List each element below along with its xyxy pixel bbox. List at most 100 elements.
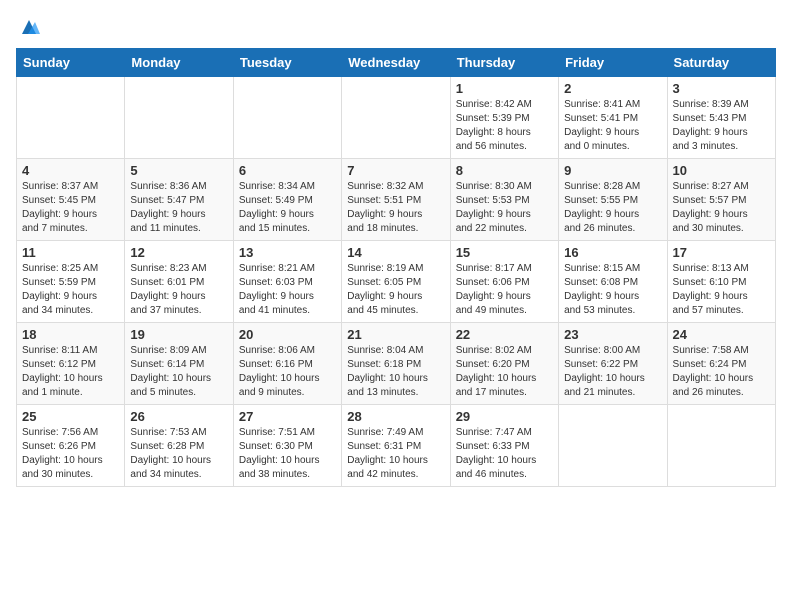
day-number: 24 [673, 327, 770, 342]
day-info: Sunrise: 8:39 AM Sunset: 5:43 PM Dayligh… [673, 98, 770, 154]
day-info: Sunrise: 8:04 AM Sunset: 6:18 PM Dayligh… [347, 344, 444, 400]
week-row-1: 4Sunrise: 8:37 AM Sunset: 5:45 PM Daylig… [17, 159, 776, 241]
day-number: 21 [347, 327, 444, 342]
day-number: 15 [456, 245, 553, 260]
day-cell: 24 Sunrise: 7:58 AM Sunset: 6:24 PM Dayli… [667, 323, 775, 405]
day-number: 22 [456, 327, 553, 342]
day-number: 2 [564, 81, 661, 96]
day-info: Sunrise: 8:02 AM Sunset: 6:20 PM Dayligh… [456, 344, 553, 400]
day-cell: 16 Sunrise: 8:15 AM Sunset: 6:08 PM Dayli… [559, 241, 667, 323]
day-cell: 13 Sunrise: 8:21 AM Sunset: 6:03 PM Dayli… [233, 241, 341, 323]
day-cell [17, 77, 125, 159]
calendar-table: SundayMondayTuesdayWednesdayThursdayFrid… [16, 48, 776, 487]
day-cell: 10 Sunrise: 8:27 AM Sunset: 5:57 PM Dayli… [667, 159, 775, 241]
day-cell: 19 Sunrise: 8:09 AM Sunset: 6:14 PM Dayli… [125, 323, 233, 405]
col-header-wednesday: Wednesday [342, 49, 450, 77]
logo [16, 16, 40, 38]
day-number: 18 [22, 327, 119, 342]
day-number: 26 [130, 409, 227, 424]
day-info: Sunrise: 8:36 AM Sunset: 5:47 PM Dayligh… [130, 180, 227, 236]
day-info: Sunrise: 8:19 AM Sunset: 6:05 PM Dayligh… [347, 262, 444, 318]
day-number: 16 [564, 245, 661, 260]
day-number: 1 [456, 81, 553, 96]
day-number: 11 [22, 245, 119, 260]
day-cell: 4Sunrise: 8:37 AM Sunset: 5:45 PM Daylig… [17, 159, 125, 241]
day-info: Sunrise: 8:11 AM Sunset: 6:12 PM Dayligh… [22, 344, 119, 400]
day-info: Sunrise: 7:58 AM Sunset: 6:24 PM Dayligh… [673, 344, 770, 400]
day-info: Sunrise: 8:30 AM Sunset: 5:53 PM Dayligh… [456, 180, 553, 236]
week-row-2: 11 Sunrise: 8:25 AM Sunset: 5:59 PM Dayli… [17, 241, 776, 323]
day-cell: 26 Sunrise: 7:53 AM Sunset: 6:28 PM Dayli… [125, 405, 233, 487]
day-number: 9 [564, 163, 661, 178]
day-cell: 9 Sunrise: 8:28 AM Sunset: 5:55 PM Daylig… [559, 159, 667, 241]
day-number: 25 [22, 409, 119, 424]
day-info: Sunrise: 8:32 AM Sunset: 5:51 PM Dayligh… [347, 180, 444, 236]
day-cell: 12 Sunrise: 8:23 AM Sunset: 6:01 PM Dayli… [125, 241, 233, 323]
day-cell: 27Sunrise: 7:51 AM Sunset: 6:30 PM Dayli… [233, 405, 341, 487]
day-number: 8 [456, 163, 553, 178]
day-cell: 3Sunrise: 8:39 AM Sunset: 5:43 PM Daylig… [667, 77, 775, 159]
day-cell: 17 Sunrise: 8:13 AM Sunset: 6:10 PM Dayli… [667, 241, 775, 323]
day-cell [233, 77, 341, 159]
day-number: 27 [239, 409, 336, 424]
day-info: Sunrise: 8:37 AM Sunset: 5:45 PM Dayligh… [22, 180, 119, 236]
day-cell: 11 Sunrise: 8:25 AM Sunset: 5:59 PM Dayli… [17, 241, 125, 323]
day-cell: 2 Sunrise: 8:41 AM Sunset: 5:41 PM Daylig… [559, 77, 667, 159]
logo-icon [18, 16, 40, 38]
day-info: Sunrise: 8:42 AM Sunset: 5:39 PM Dayligh… [456, 98, 553, 154]
day-info: Sunrise: 7:56 AM Sunset: 6:26 PM Dayligh… [22, 426, 119, 482]
col-header-monday: Monday [125, 49, 233, 77]
header [16, 16, 776, 38]
day-cell: 29 Sunrise: 7:47 AM Sunset: 6:33 PM Dayli… [450, 405, 558, 487]
day-info: Sunrise: 8:25 AM Sunset: 5:59 PM Dayligh… [22, 262, 119, 318]
day-cell: 14 Sunrise: 8:19 AM Sunset: 6:05 PM Dayli… [342, 241, 450, 323]
day-info: Sunrise: 8:00 AM Sunset: 6:22 PM Dayligh… [564, 344, 661, 400]
day-info: Sunrise: 8:28 AM Sunset: 5:55 PM Dayligh… [564, 180, 661, 236]
day-number: 19 [130, 327, 227, 342]
day-cell: 5 Sunrise: 8:36 AM Sunset: 5:47 PM Daylig… [125, 159, 233, 241]
day-cell: 25 Sunrise: 7:56 AM Sunset: 6:26 PM Dayli… [17, 405, 125, 487]
day-number: 7 [347, 163, 444, 178]
day-info: Sunrise: 7:53 AM Sunset: 6:28 PM Dayligh… [130, 426, 227, 482]
day-number: 14 [347, 245, 444, 260]
day-info: Sunrise: 8:34 AM Sunset: 5:49 PM Dayligh… [239, 180, 336, 236]
day-cell [559, 405, 667, 487]
day-info: Sunrise: 8:15 AM Sunset: 6:08 PM Dayligh… [564, 262, 661, 318]
day-number: 23 [564, 327, 661, 342]
day-number: 12 [130, 245, 227, 260]
day-cell: 8 Sunrise: 8:30 AM Sunset: 5:53 PM Daylig… [450, 159, 558, 241]
col-header-tuesday: Tuesday [233, 49, 341, 77]
week-row-0: 1 Sunrise: 8:42 AM Sunset: 5:39 PM Daylig… [17, 77, 776, 159]
day-info: Sunrise: 8:09 AM Sunset: 6:14 PM Dayligh… [130, 344, 227, 400]
col-header-thursday: Thursday [450, 49, 558, 77]
day-info: Sunrise: 8:23 AM Sunset: 6:01 PM Dayligh… [130, 262, 227, 318]
day-info: Sunrise: 8:06 AM Sunset: 6:16 PM Dayligh… [239, 344, 336, 400]
day-number: 13 [239, 245, 336, 260]
day-number: 5 [130, 163, 227, 178]
col-header-friday: Friday [559, 49, 667, 77]
day-info: Sunrise: 7:49 AM Sunset: 6:31 PM Dayligh… [347, 426, 444, 482]
day-number: 17 [673, 245, 770, 260]
day-number: 6 [239, 163, 336, 178]
day-cell: 23 Sunrise: 8:00 AM Sunset: 6:22 PM Dayli… [559, 323, 667, 405]
day-cell: 15 Sunrise: 8:17 AM Sunset: 6:06 PM Dayli… [450, 241, 558, 323]
day-number: 29 [456, 409, 553, 424]
day-info: Sunrise: 7:47 AM Sunset: 6:33 PM Dayligh… [456, 426, 553, 482]
day-info: Sunrise: 8:41 AM Sunset: 5:41 PM Dayligh… [564, 98, 661, 154]
day-info: Sunrise: 8:13 AM Sunset: 6:10 PM Dayligh… [673, 262, 770, 318]
day-number: 10 [673, 163, 770, 178]
day-cell: 7 Sunrise: 8:32 AM Sunset: 5:51 PM Daylig… [342, 159, 450, 241]
day-cell: 6 Sunrise: 8:34 AM Sunset: 5:49 PM Daylig… [233, 159, 341, 241]
day-cell: 21 Sunrise: 8:04 AM Sunset: 6:18 PM Dayli… [342, 323, 450, 405]
day-info: Sunrise: 8:17 AM Sunset: 6:06 PM Dayligh… [456, 262, 553, 318]
day-cell: 20 Sunrise: 8:06 AM Sunset: 6:16 PM Dayli… [233, 323, 341, 405]
day-info: Sunrise: 8:21 AM Sunset: 6:03 PM Dayligh… [239, 262, 336, 318]
day-cell [125, 77, 233, 159]
day-cell [667, 405, 775, 487]
week-row-4: 25 Sunrise: 7:56 AM Sunset: 6:26 PM Dayli… [17, 405, 776, 487]
day-number: 20 [239, 327, 336, 342]
day-number: 28 [347, 409, 444, 424]
day-info: Sunrise: 8:27 AM Sunset: 5:57 PM Dayligh… [673, 180, 770, 236]
day-cell: 1 Sunrise: 8:42 AM Sunset: 5:39 PM Daylig… [450, 77, 558, 159]
day-cell: 28 Sunrise: 7:49 AM Sunset: 6:31 PM Dayli… [342, 405, 450, 487]
